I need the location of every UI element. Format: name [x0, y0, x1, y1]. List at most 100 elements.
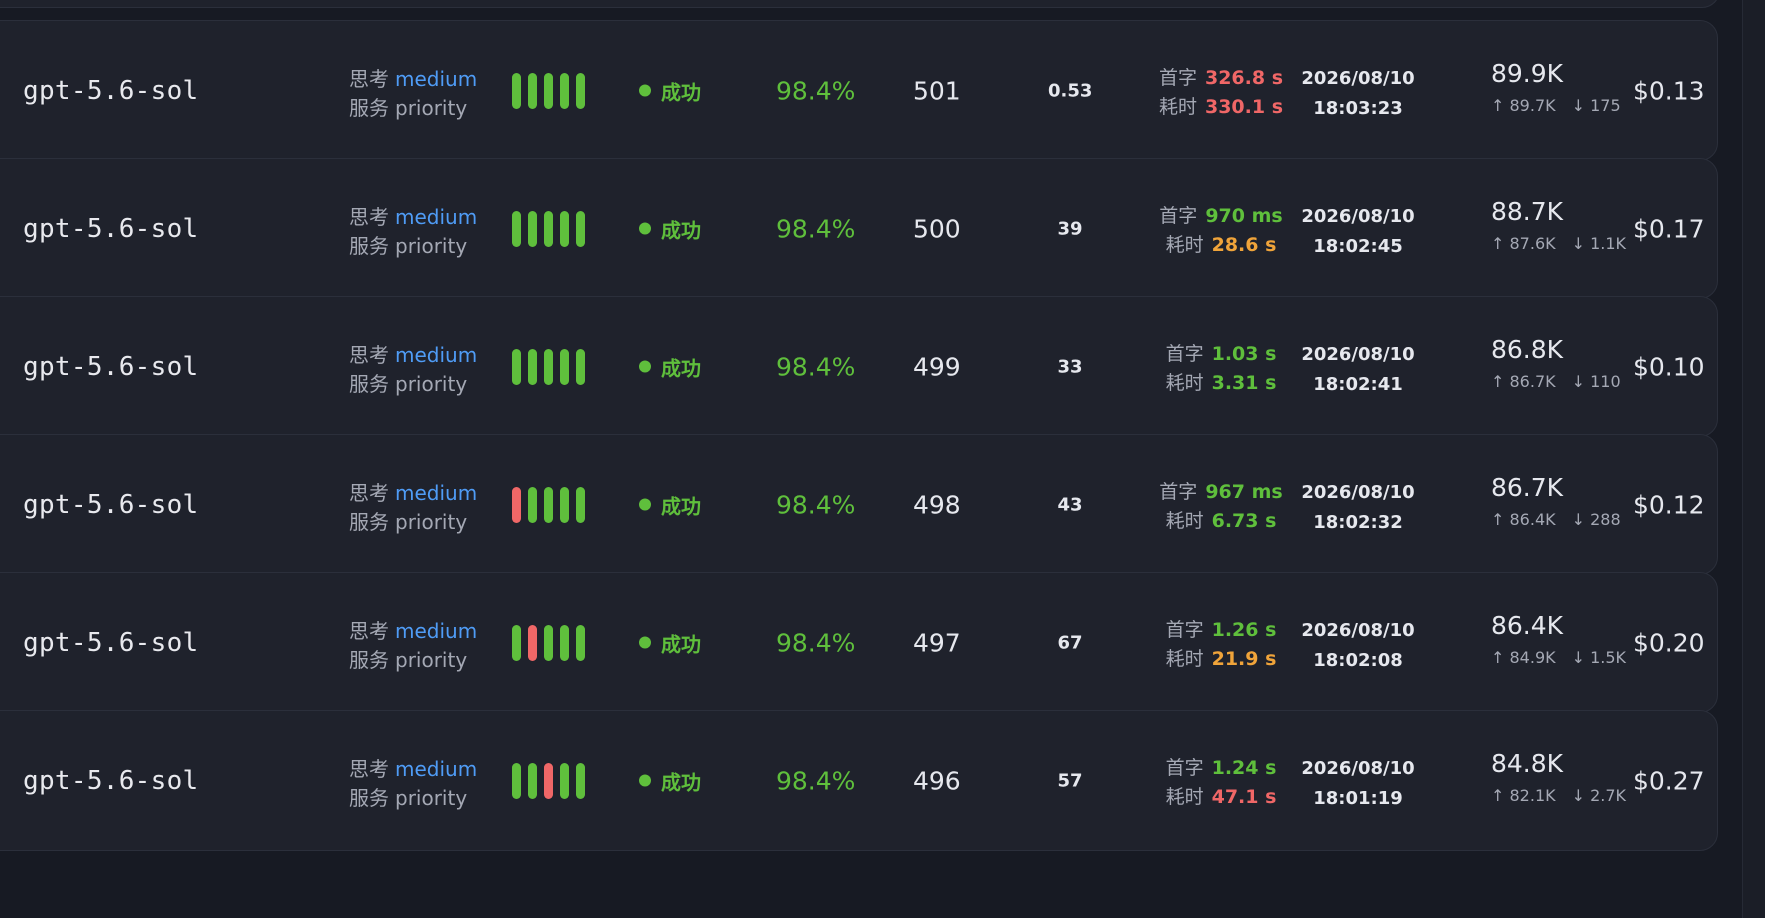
log-row[interactable]: gpt-5.6-sol 思考 medium 服务 priority 成功 98.4%… — [0, 296, 1718, 437]
health-bar-ok — [560, 348, 569, 385]
timestamp-date: 2026/08/10 — [1301, 68, 1415, 89]
health-bar-ok — [512, 348, 521, 385]
tokens-in: ↑ 86.4K — [1491, 510, 1556, 529]
health-bar-ok — [528, 210, 537, 247]
request-meta: 思考 medium 服务 priority — [349, 65, 477, 123]
tokens-per-second: 57 — [1057, 770, 1083, 791]
health-bar-ok — [560, 72, 569, 109]
previous-row-edge — [0, 0, 1720, 8]
timestamp-time: 18:03:23 — [1313, 98, 1403, 119]
status-badge: 成功 — [639, 352, 701, 381]
health-bar-ok — [560, 762, 569, 799]
think-label: 思考 — [349, 619, 389, 643]
log-row[interactable]: gpt-5.6-sol 思考 medium 服务 priority 成功 98.4%… — [0, 710, 1718, 851]
first-token-label: 首字 — [1159, 481, 1198, 503]
token-usage: 86.4K ↑ 84.9K ↓ 1.5K — [1491, 611, 1626, 667]
first-token-label: 首字 — [1165, 343, 1204, 365]
status-dot-icon — [639, 222, 651, 235]
tokens-in: ↑ 84.9K — [1491, 648, 1556, 667]
status-text: 成功 — [661, 218, 701, 242]
think-level: medium — [395, 481, 478, 505]
request-cost: $0.13 — [1633, 76, 1705, 105]
tokens-per-second: 33 — [1057, 356, 1083, 377]
health-bar-ok — [576, 72, 585, 109]
model-name: gpt-5.6-sol — [23, 765, 199, 796]
tokens-in: ↑ 89.7K — [1491, 96, 1556, 115]
status-text: 成功 — [661, 632, 701, 656]
first-token-label: 首字 — [1158, 67, 1197, 89]
think-level: medium — [395, 619, 478, 643]
request-number: 499 — [913, 352, 961, 381]
status-text: 成功 — [661, 494, 701, 518]
duration-label: 耗时 — [1165, 372, 1204, 394]
health-bars — [512, 486, 585, 523]
health-bar-ok — [528, 72, 537, 109]
timestamp-date: 2026/08/10 — [1301, 344, 1415, 365]
health-bar-ok — [528, 762, 537, 799]
health-bar-ok — [576, 210, 585, 247]
service-tier: priority — [395, 372, 468, 396]
first-token-time: 1.03 s — [1211, 343, 1277, 365]
health-bar-ok — [544, 486, 553, 523]
log-row[interactable]: gpt-5.6-sol 思考 medium 服务 priority 成功 98.4%… — [0, 572, 1718, 713]
first-token-time: 970 ms — [1205, 205, 1283, 227]
think-level: medium — [395, 67, 478, 91]
health-bar-ok — [576, 624, 585, 661]
tokens-out: ↓ 288 — [1571, 510, 1621, 529]
health-bars — [512, 348, 585, 385]
status-dot-icon — [639, 360, 651, 373]
token-usage: 86.7K ↑ 86.4K ↓ 288 — [1491, 473, 1621, 529]
think-label: 思考 — [349, 481, 389, 505]
token-usage: 88.7K ↑ 87.6K ↓ 1.1K — [1491, 197, 1626, 253]
log-row[interactable]: gpt-5.6-sol 思考 medium 服务 priority 成功 98.4%… — [0, 20, 1718, 161]
timestamp-time: 18:02:45 — [1313, 236, 1403, 257]
status-badge: 成功 — [639, 214, 701, 243]
log-row[interactable]: gpt-5.6-sol 思考 medium 服务 priority 成功 98.4%… — [0, 434, 1718, 575]
status-text: 成功 — [661, 80, 701, 104]
service-tier: priority — [395, 234, 468, 258]
health-bar-ok — [512, 72, 521, 109]
health-bar-fail — [528, 624, 537, 661]
duration-label: 耗时 — [1165, 648, 1204, 670]
timestamp-time: 18:02:41 — [1313, 374, 1403, 395]
service-tier: priority — [395, 786, 468, 810]
tokens-total: 86.7K — [1491, 473, 1564, 502]
tokens-out: ↓ 1.5K — [1571, 648, 1627, 667]
log-row[interactable]: gpt-5.6-sol 思考 medium 服务 priority 成功 98.4%… — [0, 158, 1718, 299]
tokens-total: 89.9K — [1491, 59, 1564, 88]
service-label: 服务 — [349, 786, 389, 810]
request-meta: 思考 medium 服务 priority — [349, 479, 477, 537]
health-bar-ok — [576, 486, 585, 523]
timestamp-date: 2026/08/10 — [1301, 758, 1415, 779]
model-name: gpt-5.6-sol — [23, 75, 199, 106]
request-number: 496 — [913, 766, 961, 795]
service-label: 服务 — [349, 510, 389, 534]
request-cost: $0.12 — [1633, 490, 1705, 519]
timestamp-time: 18:02:32 — [1313, 512, 1403, 533]
service-label: 服务 — [349, 234, 389, 258]
scrollbar[interactable] — [1742, 0, 1765, 918]
token-usage: 89.9K ↑ 89.7K ↓ 175 — [1491, 59, 1621, 115]
tokens-per-second: 43 — [1057, 494, 1083, 515]
duration-label: 耗时 — [1165, 234, 1204, 256]
first-token-time: 326.8 s — [1204, 67, 1284, 89]
request-meta: 思考 medium 服务 priority — [349, 755, 477, 813]
token-usage: 86.8K ↑ 86.7K ↓ 110 — [1491, 335, 1621, 391]
tokens-per-second: 39 — [1057, 218, 1083, 239]
success-rate: 98.4% — [776, 490, 856, 519]
total-duration: 47.1 s — [1211, 786, 1277, 808]
health-bar-ok — [544, 624, 553, 661]
total-duration: 3.31 s — [1211, 372, 1277, 394]
status-text: 成功 — [661, 770, 701, 794]
tokens-per-second: 0.53 — [1048, 80, 1093, 101]
timestamp: 2026/08/10 18:03:23 — [1294, 64, 1422, 124]
success-rate: 98.4% — [776, 628, 856, 657]
think-label: 思考 — [349, 67, 389, 91]
first-token-time: 967 ms — [1205, 481, 1283, 503]
service-label: 服务 — [349, 372, 389, 396]
tokens-total: 86.8K — [1491, 335, 1564, 364]
first-token-label: 首字 — [1159, 205, 1198, 227]
think-level: medium — [395, 343, 478, 367]
tokens-out: ↓ 175 — [1571, 96, 1621, 115]
tokens-per-second: 67 — [1057, 632, 1083, 653]
